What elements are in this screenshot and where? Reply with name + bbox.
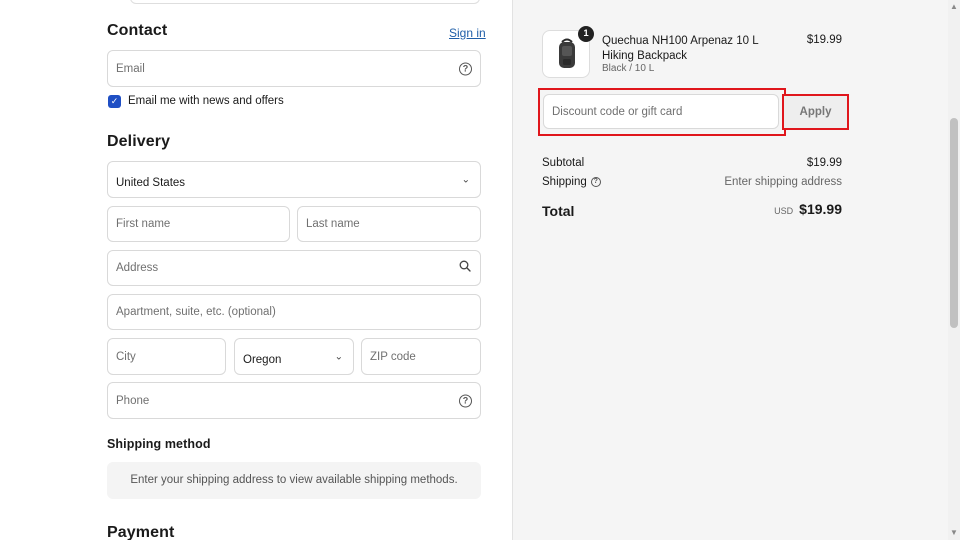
shipping-value: Enter shipping address	[724, 176, 842, 188]
zip-placeholder: ZIP code	[370, 350, 416, 363]
subtotal-row: Subtotal $19.99	[542, 157, 842, 169]
shipping-row: Shipping ? Enter shipping address	[542, 176, 842, 188]
product-name: Quechua NH100 Arpenaz 10 L Hiking Backpa…	[602, 35, 759, 62]
zip-field[interactable]: ZIP code	[361, 338, 481, 375]
check-icon[interactable]: ✓	[108, 94, 121, 108]
chevron-down-icon: ⌄	[461, 174, 470, 185]
state-select[interactable]: Oregon ⌄	[234, 338, 354, 375]
payment-heading: Payment	[107, 524, 175, 540]
discount-highlight: Discount code or gift card	[538, 88, 786, 136]
scroll-up-arrow-icon[interactable]: ▲	[948, 0, 960, 14]
city-placeholder: City	[116, 350, 136, 363]
previous-field-edge	[130, 0, 480, 4]
scroll-thumb[interactable]	[950, 118, 958, 328]
help-icon[interactable]: ?	[459, 394, 472, 407]
sign-in-link[interactable]: Sign in	[449, 26, 486, 40]
state-value: Oregon	[243, 353, 282, 366]
search-icon	[459, 259, 471, 277]
city-field[interactable]: City	[107, 338, 226, 375]
apply-button[interactable]: Apply	[782, 94, 849, 130]
checkout-form-panel: Contact Sign in Email ? ✓ Email me with …	[0, 0, 512, 540]
currency-code: USD	[774, 206, 794, 216]
email-field[interactable]: Email ?	[107, 50, 481, 87]
address-field[interactable]: Address	[107, 250, 481, 286]
country-select[interactable]: United States ⌄	[107, 161, 481, 198]
discount-placeholder: Discount code or gift card	[552, 105, 683, 118]
info-icon[interactable]: ?	[590, 177, 601, 187]
scrollbar[interactable]: ▲ ▼	[948, 0, 960, 540]
phone-placeholder: Phone	[116, 394, 150, 407]
delivery-heading: Delivery	[107, 133, 171, 150]
total-row: Total USD $19.99	[542, 201, 842, 219]
apartment-field[interactable]: Apartment, suite, etc. (optional)	[107, 294, 481, 330]
discount-input[interactable]: Discount code or gift card	[543, 94, 779, 129]
shipping-method-notice: Enter your shipping address to view avai…	[107, 462, 481, 499]
shipping-label: Shipping	[542, 176, 587, 188]
total-value: $19.99	[799, 201, 842, 217]
subtotal-label: Subtotal	[542, 157, 585, 169]
first-name-placeholder: First name	[116, 218, 171, 230]
newsletter-checkbox-row[interactable]: ✓ Email me with news and offers	[108, 94, 284, 108]
shipping-method-heading: Shipping method	[107, 437, 211, 451]
country-value: United States	[116, 176, 186, 189]
contact-heading: Contact	[107, 22, 168, 39]
apartment-placeholder: Apartment, suite, etc. (optional)	[116, 306, 276, 318]
subtotal-value: $19.99	[806, 157, 842, 169]
product-variant: Black / 10 L	[602, 63, 655, 74]
newsletter-label: Email me with news and offers	[128, 95, 284, 107]
total-label: Total	[542, 203, 575, 219]
chevron-down-icon: ⌄	[334, 351, 343, 362]
last-name-field[interactable]: Last name	[297, 206, 481, 242]
first-name-field[interactable]: First name	[107, 206, 290, 242]
scroll-down-arrow-icon[interactable]: ▼	[948, 526, 960, 540]
email-placeholder: Email	[116, 62, 145, 75]
last-name-placeholder: Last name	[306, 218, 360, 230]
product-price: $19.99	[806, 34, 842, 46]
address-placeholder: Address	[116, 262, 159, 274]
quantity-badge: 1	[578, 26, 594, 42]
order-summary-panel	[512, 0, 948, 540]
help-icon[interactable]: ?	[459, 62, 472, 75]
phone-field[interactable]: Phone ?	[107, 382, 481, 419]
